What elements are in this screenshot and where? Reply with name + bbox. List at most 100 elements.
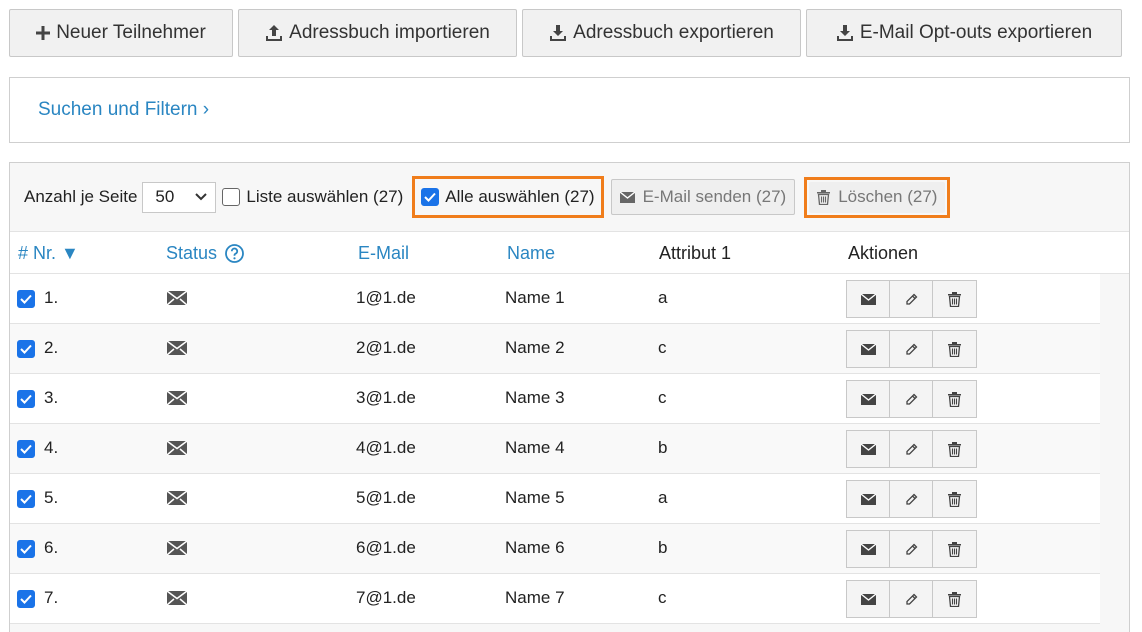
per-page-select[interactable]: 50 bbox=[142, 181, 217, 213]
row-attribute: a bbox=[658, 288, 668, 307]
row-delete-button[interactable] bbox=[933, 431, 976, 467]
header-attribute-1: Attribut 1 bbox=[659, 243, 732, 263]
row-send-email-button[interactable] bbox=[847, 581, 890, 617]
row-send-email-button[interactable] bbox=[847, 431, 890, 467]
header-actions: Aktionen bbox=[848, 243, 919, 263]
table-row: 7. 7@1.de Name 7 c bbox=[10, 574, 1100, 624]
row-email: 3@1.de bbox=[356, 388, 416, 407]
row-checkbox[interactable] bbox=[17, 590, 35, 608]
plus-icon bbox=[36, 26, 51, 40]
row-delete-button[interactable] bbox=[933, 281, 976, 317]
envelope-icon bbox=[860, 443, 876, 455]
row-checkbox[interactable] bbox=[17, 290, 35, 308]
row-edit-button[interactable] bbox=[890, 581, 933, 617]
header-name[interactable]: Name bbox=[507, 243, 555, 264]
row-checkbox[interactable] bbox=[17, 490, 35, 508]
row-email: 7@1.de bbox=[356, 588, 416, 607]
header-email[interactable]: E-Mail bbox=[358, 243, 409, 264]
table-row: 4. 4@1.de Name 4 b bbox=[10, 424, 1100, 474]
row-email: 4@1.de bbox=[356, 438, 416, 457]
row-actions bbox=[846, 480, 977, 518]
trash-icon bbox=[948, 441, 961, 457]
delete-label: Löschen (27) bbox=[838, 187, 938, 206]
trash-icon bbox=[948, 291, 961, 307]
row-edit-button[interactable] bbox=[890, 431, 933, 467]
select-list-box[interactable] bbox=[222, 188, 241, 206]
row-delete-button[interactable] bbox=[933, 331, 976, 367]
help-icon[interactable] bbox=[225, 244, 244, 263]
row-send-email-button[interactable] bbox=[847, 281, 890, 317]
participants-panel: Anzahl je Seite 50 Liste auswählen (27) … bbox=[9, 162, 1130, 632]
row-attribute: b bbox=[658, 438, 668, 457]
row-checkbox[interactable] bbox=[17, 340, 35, 358]
row-send-email-button[interactable] bbox=[847, 481, 890, 517]
row-actions bbox=[846, 530, 977, 568]
row-checkbox[interactable] bbox=[17, 540, 35, 558]
send-email-label: E-Mail senden (27) bbox=[642, 187, 787, 206]
header-nr[interactable]: # Nr. ▼ bbox=[18, 243, 79, 264]
row-name: Name 2 bbox=[505, 338, 565, 357]
row-edit-button[interactable] bbox=[890, 281, 933, 317]
status-cell bbox=[166, 340, 188, 360]
row-send-email-button[interactable] bbox=[847, 331, 890, 367]
row-actions bbox=[846, 280, 977, 318]
export-optouts-button[interactable]: E-Mail Opt-outs exportieren bbox=[806, 9, 1122, 57]
row-send-email-button[interactable] bbox=[847, 381, 890, 417]
row-email: 5@1.de bbox=[356, 488, 416, 507]
search-filter-link[interactable]: Suchen und Filtern › bbox=[38, 99, 209, 121]
trash-icon bbox=[948, 591, 961, 607]
row-attribute: c bbox=[658, 388, 667, 407]
select-list-checkbox[interactable]: Liste auswählen (27) bbox=[222, 187, 403, 207]
table-header: # Nr. ▼ Status E-Mail Name Attribut 1 Ak… bbox=[10, 231, 1129, 274]
new-participant-label: Neuer Teilnehmer bbox=[56, 22, 206, 43]
send-email-button[interactable]: E-Mail senden (27) bbox=[610, 179, 796, 215]
header-status[interactable]: Status bbox=[166, 243, 244, 264]
row-send-email-button[interactable] bbox=[847, 531, 890, 567]
envelope-icon bbox=[860, 543, 876, 555]
row-edit-button[interactable] bbox=[890, 331, 933, 367]
envelope-icon bbox=[860, 293, 876, 305]
table-row: 1. 1@1.de Name 1 a bbox=[10, 274, 1100, 324]
export-addressbook-button[interactable]: Adressbuch exportieren bbox=[522, 9, 801, 57]
row-edit-button[interactable] bbox=[890, 481, 933, 517]
row-delete-button[interactable] bbox=[933, 481, 976, 517]
envelope-icon bbox=[166, 290, 188, 306]
checkmark-icon bbox=[20, 344, 32, 354]
row-checkbox[interactable] bbox=[17, 390, 35, 408]
row-delete-button[interactable] bbox=[933, 581, 976, 617]
pencil-icon bbox=[905, 593, 917, 605]
row-edit-button[interactable] bbox=[890, 381, 933, 417]
new-participant-button[interactable]: Neuer Teilnehmer bbox=[9, 9, 233, 57]
row-actions bbox=[846, 380, 977, 418]
import-addressbook-button[interactable]: Adressbuch importieren bbox=[238, 9, 517, 57]
envelope-icon bbox=[860, 493, 876, 505]
envelope-icon bbox=[166, 340, 188, 356]
row-name: Name 4 bbox=[505, 438, 565, 457]
row-checkbox[interactable] bbox=[17, 440, 35, 458]
envelope-icon bbox=[166, 540, 188, 556]
select-all-box[interactable] bbox=[421, 188, 440, 206]
row-delete-button[interactable] bbox=[933, 381, 976, 417]
row-nr: 4. bbox=[44, 438, 59, 457]
checkmark-icon bbox=[20, 544, 32, 554]
row-delete-button[interactable] bbox=[933, 531, 976, 567]
row-nr: 6. bbox=[44, 538, 59, 557]
pencil-icon bbox=[905, 343, 917, 355]
search-filter-panel: Suchen und Filtern › bbox=[9, 77, 1130, 143]
row-edit-button[interactable] bbox=[890, 531, 933, 567]
envelope-icon bbox=[166, 390, 188, 406]
export-optouts-label: E-Mail Opt-outs exportieren bbox=[859, 22, 1093, 43]
row-actions bbox=[846, 430, 977, 468]
trash-icon bbox=[817, 189, 831, 205]
pencil-icon bbox=[905, 293, 917, 305]
row-email: 1@1.de bbox=[356, 288, 416, 307]
checkmark-icon bbox=[20, 444, 32, 454]
status-cell bbox=[166, 290, 188, 310]
pencil-icon bbox=[905, 543, 917, 555]
download-icon bbox=[550, 25, 567, 41]
chevron-down-icon bbox=[195, 193, 208, 201]
envelope-icon bbox=[860, 343, 876, 355]
delete-button[interactable]: Löschen (27) bbox=[809, 181, 946, 213]
select-all-checkbox[interactable]: Alle auswählen (27) bbox=[412, 176, 604, 218]
envelope-icon bbox=[166, 590, 188, 606]
